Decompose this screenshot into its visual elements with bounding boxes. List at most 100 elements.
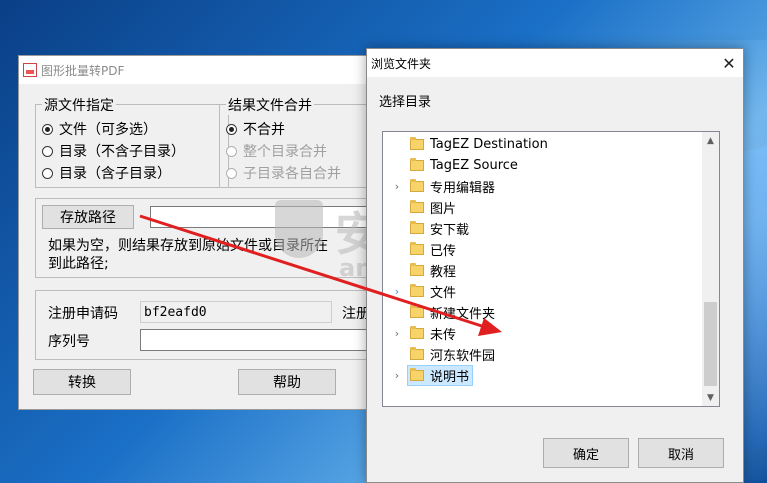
- scroll-up-icon[interactable]: ▲: [702, 132, 719, 149]
- source-option-files[interactable]: 文件（可多选）: [42, 119, 157, 139]
- chevron-right-icon[interactable]: ›: [391, 176, 403, 197]
- chevron-right-icon[interactable]: ›: [391, 323, 403, 344]
- folder-icon: [410, 200, 424, 213]
- merge-group-legend: 结果文件合并: [226, 95, 314, 115]
- tree-item[interactable]: › 未传: [383, 323, 703, 344]
- save-path-group: 存放路径 如果为空，则结果存放到原始文件或目录所在 到此路径;: [35, 198, 375, 278]
- radio-icon[interactable]: [226, 167, 237, 179]
- merge-option-whole-dir[interactable]: 整个目录合并: [226, 141, 327, 161]
- save-path-hint-2: 到此路径;: [48, 256, 109, 272]
- scroll-thumb[interactable]: [704, 302, 717, 386]
- convert-button[interactable]: 转换: [33, 369, 131, 395]
- tree-item-content[interactable]: 已传: [407, 239, 460, 260]
- tree-item[interactable]: 已传: [383, 239, 703, 260]
- reg-code-value: bf2eafd0: [144, 304, 207, 320]
- ok-button[interactable]: 确定: [543, 438, 629, 468]
- tree-scrollbar[interactable]: ▲ ▼: [702, 132, 719, 406]
- tree-item-label: 未传: [430, 328, 457, 343]
- dialog-prompt: 选择目录: [379, 95, 432, 110]
- app-window: 图形批量转PDF 源文件指定 文件（可多选） 目录（不含子目录） 目录（含子目录…: [18, 55, 375, 410]
- folder-icon: [410, 284, 424, 297]
- tree-item-content[interactable]: 河东软件园: [407, 344, 499, 365]
- cancel-button[interactable]: 取消: [638, 438, 724, 468]
- source-group-legend: 源文件指定: [42, 95, 116, 115]
- tree-item[interactable]: › 说明书: [383, 365, 703, 386]
- folder-icon: [410, 368, 424, 381]
- source-option-dir-recursive[interactable]: 目录（含子目录）: [42, 163, 171, 183]
- app-title: 图形批量转PDF: [41, 63, 125, 78]
- tree-item-content[interactable]: 新建文件夹: [407, 302, 499, 323]
- dialog-titlebar[interactable]: 浏览文件夹 ✕: [367, 49, 743, 77]
- tree-item[interactable]: › 文件: [383, 281, 703, 302]
- chevron-right-icon[interactable]: ›: [391, 365, 403, 386]
- folder-icon: [410, 242, 424, 255]
- tree-item[interactable]: TagEZ Source: [383, 155, 703, 176]
- folder-icon: [410, 305, 424, 318]
- tree-item-content[interactable]: TagEZ Source: [407, 155, 522, 176]
- reg-code-field[interactable]: bf2eafd0: [140, 301, 332, 323]
- tree-item[interactable]: 新建文件夹: [383, 302, 703, 323]
- tree-item-label: 文件: [430, 286, 457, 301]
- source-option-files-label: 文件（可多选）: [59, 122, 157, 138]
- tree-item-label: 教程: [430, 265, 457, 280]
- merge-option-subdirs[interactable]: 子目录各自合并: [226, 163, 341, 183]
- tree-item[interactable]: 河东软件园: [383, 344, 703, 365]
- scroll-down-icon[interactable]: ▼: [702, 389, 719, 406]
- folder-tree[interactable]: TagEZ Destination TagEZ Source › 专用编辑器 图片 安下载…: [382, 131, 720, 407]
- tree-item-label: 已传: [430, 244, 457, 259]
- tree-item-label: 河东软件园: [430, 349, 496, 364]
- folder-tree-list: TagEZ Destination TagEZ Source › 专用编辑器 图片 安下载…: [383, 134, 703, 386]
- pdf-app-icon: [23, 63, 37, 77]
- folder-icon: [410, 179, 424, 192]
- folder-icon: [410, 263, 424, 276]
- radio-icon[interactable]: [226, 145, 237, 157]
- save-path-input[interactable]: [150, 206, 375, 228]
- tree-item[interactable]: › 专用编辑器: [383, 176, 703, 197]
- app-titlebar[interactable]: 图形批量转PDF: [19, 56, 372, 84]
- dialog-title: 浏览文件夹: [371, 56, 432, 71]
- radio-icon[interactable]: [42, 167, 53, 179]
- radio-checked-icon[interactable]: [42, 123, 53, 135]
- tree-item-label: 新建文件夹: [430, 307, 496, 322]
- close-icon[interactable]: ✕: [715, 49, 743, 77]
- tree-item-content[interactable]: 图片: [407, 197, 460, 218]
- folder-icon: [410, 347, 424, 360]
- save-path-button[interactable]: 存放路径: [42, 205, 134, 229]
- registration-group: 注册申请码 bf2eafd0 注册 序列号: [35, 290, 375, 360]
- tree-item-content[interactable]: 文件: [407, 281, 460, 302]
- tree-item[interactable]: TagEZ Destination: [383, 134, 703, 155]
- serial-label: 序列号: [48, 334, 90, 350]
- tree-item-content[interactable]: 安下载: [407, 218, 473, 239]
- source-option-dir-label: 目录（不含子目录）: [59, 144, 185, 160]
- tree-item[interactable]: 教程: [383, 260, 703, 281]
- tree-item[interactable]: 安下载: [383, 218, 703, 239]
- merge-group: 结果文件合并 不合并 整个目录合并 子目录各自合并: [219, 95, 369, 188]
- folder-icon: [410, 158, 424, 171]
- tree-item-content[interactable]: 未传: [407, 323, 460, 344]
- tree-item-content[interactable]: 说明书: [407, 365, 474, 386]
- merge-option-subdirs-label: 子目录各自合并: [243, 166, 341, 182]
- radio-icon[interactable]: [42, 145, 53, 157]
- folder-icon: [410, 221, 424, 234]
- source-option-dir-recursive-label: 目录（含子目录）: [59, 166, 171, 182]
- chevron-right-icon[interactable]: ›: [391, 281, 403, 302]
- tree-item[interactable]: 图片: [383, 197, 703, 218]
- tree-item-content[interactable]: 教程: [407, 260, 460, 281]
- tree-item-label: 说明书: [430, 370, 470, 385]
- help-button[interactable]: 帮助: [238, 369, 336, 395]
- tree-item-content[interactable]: 专用编辑器: [407, 176, 499, 197]
- merge-option-none[interactable]: 不合并: [226, 119, 285, 139]
- tree-item-content[interactable]: TagEZ Destination: [407, 134, 552, 155]
- folder-icon: [410, 326, 424, 339]
- radio-checked-icon[interactable]: [226, 123, 237, 135]
- browse-folder-dialog: 浏览文件夹 ✕ 选择目录 TagEZ Destination TagEZ Sour…: [366, 48, 744, 483]
- merge-option-none-label: 不合并: [243, 122, 285, 138]
- serial-input[interactable]: [140, 329, 375, 351]
- source-option-dir[interactable]: 目录（不含子目录）: [42, 141, 185, 161]
